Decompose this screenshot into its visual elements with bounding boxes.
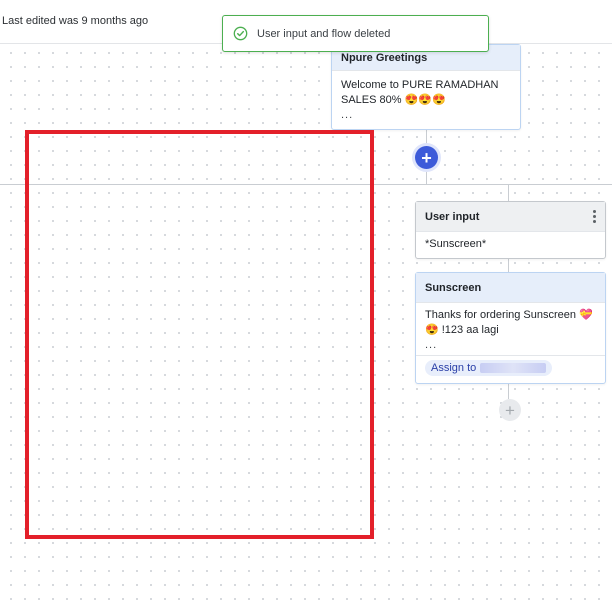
redacted-assignee [480,362,547,373]
add-node-button[interactable]: + [415,146,438,169]
toast-message: User input and flow deleted [257,27,391,40]
connector-line [426,169,427,184]
add-node-button-disabled[interactable]: + [499,399,521,421]
connector-line [508,259,509,272]
last-edited-text: Last edited was 9 months ago [2,15,149,27]
assign-row: Assign to [416,355,605,379]
node-user-input[interactable]: User input *Sunscreen* [415,201,606,259]
plus-icon: + [421,147,432,168]
node-value: *Sunscreen* [425,238,487,250]
node-npure-greetings[interactable]: Npure Greetings Welcome to PURE RAMADHAN… [331,44,521,130]
connector-line [508,185,509,201]
node-sunscreen[interactable]: Sunscreen Thanks for ordering Sunscreen … [415,272,606,384]
more-options-icon[interactable] [593,210,596,223]
connector-line [426,130,427,146]
success-toast: User input and flow deleted [222,15,489,52]
node-message: Thanks for ordering Sunscreen 💝 😍 !123 a… [425,309,593,351]
highlight-box [25,130,374,539]
node-message: Welcome to PURE RAMADHAN SALES 80% 😍😍😍 .… [341,79,499,121]
check-circle-icon [233,26,248,41]
connector-line [508,384,509,399]
node-title: User input [416,202,605,232]
assign-to-button[interactable]: Assign to [425,359,553,376]
plus-icon: + [505,400,515,420]
node-title: Sunscreen [416,273,605,303]
